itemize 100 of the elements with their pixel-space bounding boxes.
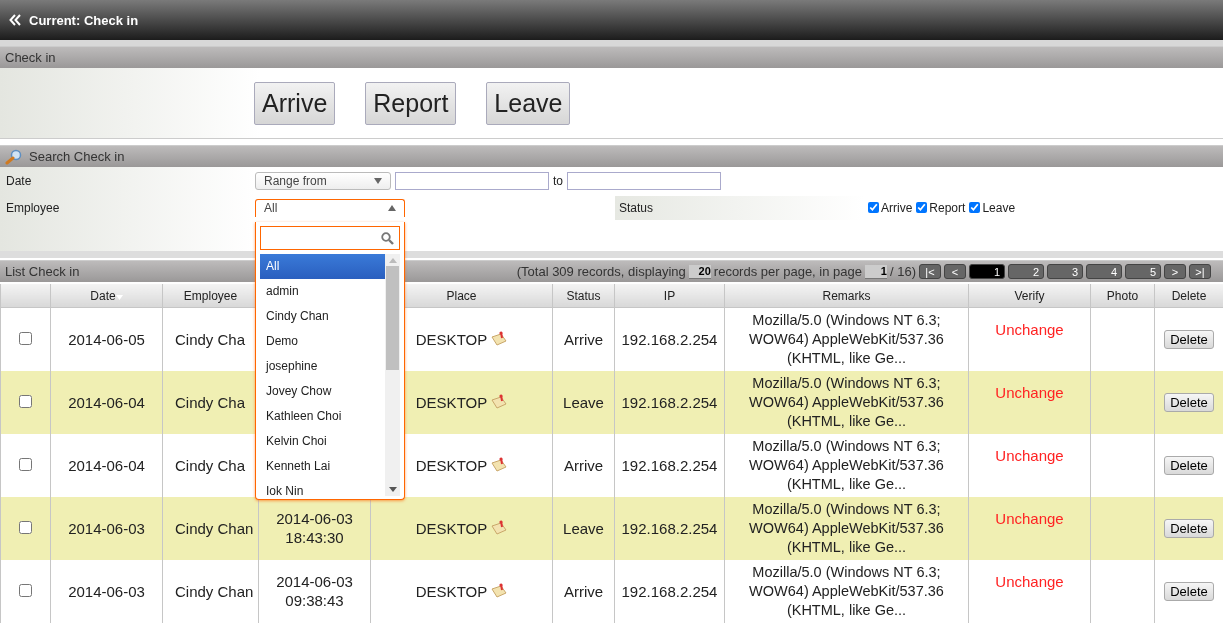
column-header[interactable]: Status: [552, 284, 615, 308]
date-cell: 2014-06-04: [68, 393, 145, 411]
status-label: Status: [619, 200, 654, 215]
place-cell: DESKTOP: [415, 329, 488, 349]
records-text: records per page, in page: [713, 264, 862, 279]
delete-button[interactable]: Delete: [1164, 519, 1214, 538]
section-title: List Check in: [5, 264, 80, 279]
date-to-field[interactable]: [567, 171, 721, 190]
status-cell: Leave: [563, 393, 604, 411]
place-cell: DESKTOP: [415, 581, 488, 601]
column-header[interactable]: Photo: [1090, 284, 1155, 308]
employee-option[interactable]: Kathleen Choi: [260, 404, 385, 429]
section-title: Check in: [5, 50, 56, 65]
verify-cell: Unchange: [995, 509, 1064, 527]
status-cell: Arrive: [563, 456, 604, 474]
section-title: Search Check in: [29, 149, 125, 164]
search-icon: [5, 148, 23, 165]
dropdown-search-field[interactable]: [260, 226, 400, 250]
row-checkbox[interactable]: [19, 520, 32, 534]
employee-select[interactable]: All: [255, 198, 405, 217]
status-cell: Leave: [563, 519, 604, 537]
row-checkbox[interactable]: [19, 583, 32, 597]
status-checkbox[interactable]: [868, 202, 879, 213]
back-icon[interactable]: [9, 14, 21, 26]
employee-cell: Cindy Cha: [175, 393, 246, 411]
scrollbar[interactable]: [385, 254, 400, 496]
row-checkbox[interactable]: [19, 394, 32, 408]
verify-cell: Unchange: [995, 321, 1064, 338]
place-cell: DESKTOP: [415, 455, 488, 475]
delete-button[interactable]: Delete: [1164, 393, 1214, 412]
page-button[interactable]: 3: [1047, 264, 1083, 279]
next-page-button[interactable]: >: [1164, 264, 1186, 279]
employee-option[interactable]: josephine: [260, 354, 385, 379]
page-button[interactable]: 4: [1086, 264, 1122, 279]
check-in-button[interactable]: Leave: [486, 81, 571, 125]
scroll-down-icon[interactable]: [388, 487, 397, 492]
page-count-text: / 16): [890, 264, 916, 279]
delete-button[interactable]: Delete: [1164, 330, 1214, 350]
page-title: Current: Check in: [29, 12, 139, 28]
check-in-button[interactable]: Report: [365, 81, 457, 125]
employee-cell: Cindy Chan: [175, 582, 254, 600]
page-button[interactable]: 5: [1125, 264, 1161, 279]
records-text: (Total 309 records, displaying: [516, 264, 686, 279]
row-checkbox[interactable]: [19, 457, 32, 471]
last-page-button[interactable]: >|: [1189, 264, 1211, 279]
page-field[interactable]: 1: [865, 264, 887, 279]
status-option-label: Leave: [982, 200, 1016, 215]
verify-cell: Unchange: [995, 572, 1064, 590]
employee-cell: Cindy Cha: [175, 330, 246, 348]
employee-option[interactable]: Iok Nin: [260, 479, 385, 496]
date-cell: 2014-06-04: [68, 456, 145, 474]
status-option-label: Report: [929, 200, 966, 215]
status-checkbox[interactable]: [916, 202, 928, 213]
date-cell: 2014-06-03: [68, 519, 145, 537]
employee-option[interactable]: Kelvin Choi: [260, 429, 385, 454]
column-header[interactable]: Delete: [1154, 284, 1223, 308]
ip-cell: 192.168.2.254: [621, 393, 718, 411]
caret-icon: [374, 177, 382, 184]
column-header[interactable]: IP: [614, 284, 725, 308]
column-header[interactable]: Remarks: [724, 284, 969, 308]
status-checkbox[interactable]: [969, 202, 981, 213]
remarks-cell: Mozilla/5.0 (Windows NT 6.3; WOW64) AppleWebKit/537.36 (KHTML, like Ge...: [749, 563, 944, 618]
employee-cell: Cindy Chan: [175, 519, 254, 537]
row-checkbox[interactable]: [19, 331, 32, 345]
search-icon: [381, 231, 394, 245]
employee-option[interactable]: Jovey Chow: [260, 379, 385, 404]
place-cell: DESKTOP: [415, 392, 488, 412]
check-in-button[interactable]: Arrive: [254, 81, 336, 125]
employee-option[interactable]: Kenneth Lai: [260, 454, 385, 479]
place-cell: DESKTOP: [415, 518, 488, 538]
employee-label: Employee: [6, 200, 60, 215]
remarks-cell: Mozilla/5.0 (Windows NT 6.3; WOW64) AppleWebKit/537.36 (KHTML, like Ge...: [749, 500, 944, 555]
date-mode-select[interactable]: Range from: [255, 171, 391, 190]
employee-option[interactable]: All: [260, 254, 385, 279]
date-from-field[interactable]: [395, 171, 549, 190]
map-pin-icon[interactable]: [491, 394, 508, 410]
to-label: to: [553, 173, 563, 188]
per-page-field[interactable]: 20: [688, 264, 711, 279]
verify-cell: Unchange: [995, 446, 1064, 464]
verify-cell: Unchange: [995, 383, 1064, 401]
first-page-button[interactable]: |<: [919, 264, 941, 279]
status-cell: Arrive: [563, 582, 604, 600]
status-cell: Arrive: [563, 330, 604, 348]
map-pin-icon[interactable]: [491, 583, 508, 599]
caret-icon: [388, 205, 396, 211]
delete-button[interactable]: Delete: [1164, 582, 1214, 601]
page-button[interactable]: 2: [1008, 264, 1044, 279]
ip-cell: 192.168.2.254: [621, 330, 718, 348]
employee-option[interactable]: Demo: [260, 329, 385, 354]
column-header[interactable]: Verify: [968, 284, 1091, 308]
map-pin-icon[interactable]: [491, 520, 508, 536]
delete-button[interactable]: Delete: [1164, 456, 1214, 475]
previous-page-button[interactable]: <: [944, 264, 966, 279]
time-cell: 2014-06-03 18:43:30: [276, 510, 353, 546]
page-button[interactable]: 1: [969, 264, 1005, 279]
ip-cell: 192.168.2.254: [621, 456, 718, 474]
column-header[interactable]: Date: [50, 284, 163, 308]
map-pin-icon[interactable]: [491, 457, 508, 473]
map-pin-icon[interactable]: [491, 331, 508, 348]
employee-cell: Cindy Cha: [175, 456, 246, 474]
